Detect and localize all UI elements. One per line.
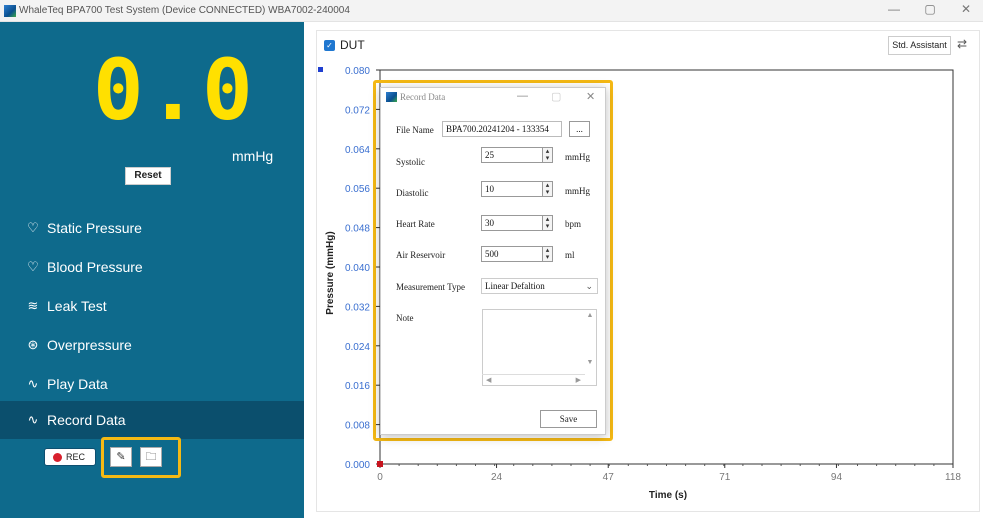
x-tick-label: 94 <box>831 472 843 483</box>
measurement-type-label: Measurement Type <box>396 282 465 292</box>
x-tick-label: 118 <box>945 472 961 483</box>
app-logo-icon <box>386 92 397 102</box>
diastolic-unit: mmHg <box>565 186 591 196</box>
systolic-input[interactable]: 25 ▴ ▾ <box>481 147 553 163</box>
diastolic-label: Diastolic <box>396 188 429 198</box>
x-axis-title: Time (s) <box>649 490 687 501</box>
y-axis-title: Pressure (mmHg) <box>325 231 336 314</box>
systolic-spinner[interactable]: ▴ ▾ <box>542 148 552 162</box>
data-point <box>377 461 383 467</box>
systolic-value: 25 <box>485 150 494 160</box>
systolic-unit: mmHg <box>565 152 591 162</box>
air-reservoir-label: Air Reservoir <box>396 250 446 260</box>
note-label: Note <box>396 313 414 323</box>
y-tick-label: 0.032 <box>345 302 370 313</box>
heart-rate-label: Heart Rate <box>396 219 435 229</box>
measurement-type-select[interactable]: Linear Defaltion ⌄ <box>481 278 598 294</box>
y-tick-label: 0.056 <box>345 184 370 195</box>
file-name-field[interactable]: BPA700.20241204 - 133354 <box>442 121 562 137</box>
dialog-title-bar: Record Data — ▢ ✕ <box>381 88 605 106</box>
file-name-label: File Name <box>396 125 434 135</box>
y-tick-label: 0.016 <box>345 381 370 392</box>
y-tick-label: 0.000 <box>345 460 370 471</box>
diastolic-value: 10 <box>485 184 494 194</box>
diastolic-input[interactable]: 10 ▴ ▾ <box>481 181 553 197</box>
y-tick-label: 0.072 <box>345 105 370 116</box>
heart-rate-unit: bpm <box>565 219 582 229</box>
heart-rate-input[interactable]: 30 ▴ ▾ <box>481 215 553 231</box>
heart-rate-spinner[interactable]: ▴ ▾ <box>542 216 552 230</box>
dialog-minimize-button[interactable]: — <box>517 90 528 102</box>
chevron-down-icon: ⌄ <box>585 281 593 291</box>
dialog-title: Record Data <box>400 92 446 102</box>
browse-button[interactable]: ... <box>569 121 590 137</box>
x-tick-label: 0 <box>377 472 383 483</box>
record-data-dialog: Record Data — ▢ ✕ File Name BPA700.20241… <box>380 87 606 435</box>
measurement-type-value: Linear Defaltion <box>485 281 545 291</box>
dialog-close-button[interactable]: ✕ <box>586 90 595 103</box>
air-reservoir-input[interactable]: 500 ▴ ▾ <box>481 246 553 262</box>
x-tick-label: 71 <box>719 472 731 483</box>
air-reservoir-spinner[interactable]: ▴ ▾ <box>542 247 552 261</box>
air-reservoir-unit: ml <box>565 250 575 260</box>
systolic-label: Systolic <box>396 157 426 167</box>
y-tick-label: 0.008 <box>345 421 370 432</box>
note-vertical-scrollbar[interactable]: ▲ ▼ <box>584 310 596 374</box>
y-tick-label: 0.064 <box>345 145 370 156</box>
legend-marker-dut <box>318 67 323 72</box>
x-tick-label: 24 <box>491 472 503 483</box>
y-tick-label: 0.024 <box>345 342 370 353</box>
y-tick-label: 0.048 <box>345 224 370 235</box>
x-tick-label: 47 <box>603 472 615 483</box>
dialog-maximize-button: ▢ <box>551 91 562 103</box>
y-tick-label: 0.040 <box>345 263 370 274</box>
air-reservoir-value: 500 <box>485 249 499 259</box>
diastolic-spinner[interactable]: ▴ ▾ <box>542 182 552 196</box>
save-button[interactable]: Save <box>540 410 597 428</box>
note-horizontal-scrollbar[interactable]: ◀ ▶ <box>482 374 585 386</box>
y-tick-label: 0.080 <box>345 66 370 77</box>
heart-rate-value: 30 <box>485 218 494 228</box>
